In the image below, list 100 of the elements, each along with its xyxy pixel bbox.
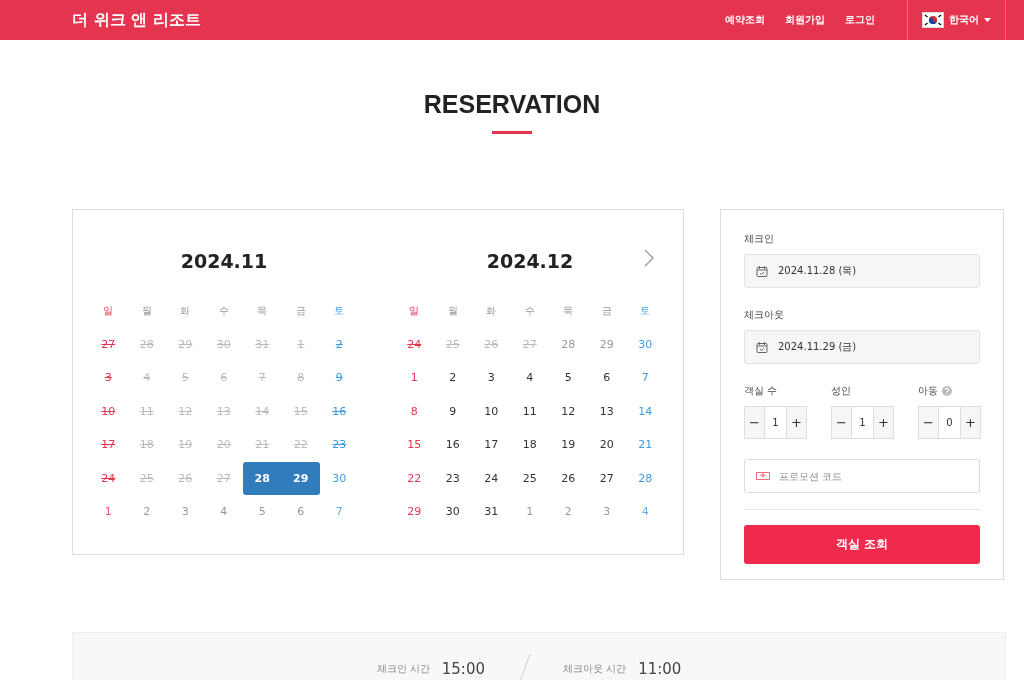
day-cell[interactable]: 29 — [395, 495, 434, 529]
day-cell-text: 23 — [331, 437, 348, 454]
day-cell[interactable]: 29 — [587, 327, 626, 361]
day-cell[interactable]: 12 — [549, 394, 588, 428]
day-cell[interactable]: 1 — [510, 495, 549, 529]
day-cell[interactable]: 22 — [395, 461, 434, 495]
day-cell-text: 11 — [138, 403, 155, 420]
search-rooms-button[interactable]: 객실 조회 — [744, 525, 980, 564]
day-cell[interactable]: 20 — [587, 428, 626, 462]
plus-button[interactable]: + — [787, 407, 806, 438]
day-cell-text: 14 — [254, 403, 271, 420]
day-cell-text: 12 — [177, 403, 194, 420]
nav-link[interactable]: 예약조회 — [725, 13, 765, 27]
day-cell[interactable]: 21 — [626, 428, 665, 462]
day-cell[interactable]: 27 — [587, 461, 626, 495]
help-icon[interactable] — [942, 386, 952, 396]
day-cell-text: 24 — [100, 470, 117, 487]
minus-button[interactable]: − — [919, 407, 938, 438]
day-cell[interactable]: 6 — [587, 361, 626, 395]
day-cell[interactable]: 7 — [320, 495, 359, 529]
day-cell[interactable]: 24 — [472, 461, 511, 495]
language-dropdown[interactable]: 한국어 — [907, 0, 1006, 40]
day-cell-text: 15 — [292, 403, 309, 420]
plus-button[interactable]: + — [961, 407, 980, 438]
caret-icon — [984, 18, 991, 22]
site-logo-text[interactable]: 더 위크 앤 리조트 — [72, 9, 201, 31]
day-cell-text: 4 — [142, 370, 152, 387]
plus-button[interactable]: + — [874, 407, 893, 438]
day-cell[interactable]: 30 — [433, 495, 472, 529]
minus-button[interactable]: − — [745, 407, 764, 438]
day-cell-text: 26 — [177, 470, 194, 487]
day-cell[interactable]: 3 — [472, 361, 511, 395]
day-cell[interactable]: 30 — [320, 461, 359, 495]
heading-underline — [492, 131, 532, 134]
weekday-label: 수 — [217, 303, 230, 318]
minus-button[interactable]: − — [832, 407, 851, 438]
day-cell[interactable]: 8 — [395, 394, 434, 428]
ticket-icon — [756, 472, 770, 480]
date-field[interactable]: 2024.11.28 (목) — [744, 254, 980, 288]
day-cell[interactable]: 9 — [433, 394, 472, 428]
month-title: 2024.12 — [486, 250, 574, 272]
day-cell[interactable]: 28 — [626, 461, 665, 495]
weekday-label: 금 — [294, 303, 307, 318]
day-cell[interactable]: 14 — [626, 394, 665, 428]
day-cell[interactable]: 23 — [433, 461, 472, 495]
day-cell-text: 6 — [219, 370, 229, 387]
day-cell[interactable]: 5 — [243, 495, 282, 529]
day-cell[interactable]: 15 — [395, 428, 434, 462]
day-cell-text: 27 — [100, 336, 117, 353]
day-cell[interactable]: 17 — [472, 428, 511, 462]
day-cell[interactable]: 6 — [281, 495, 320, 529]
day-cell[interactable]: 7 — [626, 361, 665, 395]
day-cell[interactable]: 29 — [281, 461, 320, 495]
day-cell[interactable]: 2 — [549, 495, 588, 529]
day-cell[interactable]: 25 — [510, 461, 549, 495]
day-cell[interactable]: 4 — [510, 361, 549, 395]
day-cell[interactable]: 1 — [395, 361, 434, 395]
day-cell[interactable]: 4 — [204, 495, 243, 529]
day-cell[interactable]: 2 — [127, 495, 166, 529]
day-cell-text: 31 — [254, 336, 271, 353]
day-cell[interactable]: 30 — [626, 327, 665, 361]
day-cell[interactable]: 3 — [587, 495, 626, 529]
nav-link[interactable]: 회원가입 — [785, 13, 825, 27]
time-label: 체크아웃 시간 — [563, 662, 627, 676]
day-cell[interactable]: 19 — [549, 428, 588, 462]
promo-code-field[interactable]: 프로모션 코드 — [744, 459, 980, 493]
day-cell-text: 10 — [100, 403, 117, 420]
weekday-label: 금 — [600, 303, 613, 318]
weekday-label: 토 — [639, 303, 652, 318]
day-cell[interactable]: 3 — [166, 495, 205, 529]
nav-link[interactable]: 로그인 — [845, 13, 875, 27]
day-cell[interactable]: 2 — [433, 361, 472, 395]
day-cell[interactable]: 18 — [510, 428, 549, 462]
day-cell-text: 8 — [296, 370, 306, 387]
day-cell[interactable]: 5 — [549, 361, 588, 395]
time-value: 11:00 — [638, 659, 682, 680]
field-label: 체크인 — [744, 232, 775, 246]
day-cell-text: 5 — [180, 370, 190, 387]
day-cell[interactable]: 16 — [433, 428, 472, 462]
day-cell-text: 2 — [334, 336, 344, 353]
day-cell[interactable]: 1 — [89, 495, 128, 529]
day-cell[interactable]: 11 — [510, 394, 549, 428]
day-cell[interactable]: 31 — [472, 495, 511, 529]
field-label: 체크아웃 — [744, 308, 785, 322]
day-cell[interactable]: 10 — [472, 394, 511, 428]
date-field[interactable]: 2024.11.29 (금) — [744, 330, 980, 364]
month-title: 2024.11 — [180, 250, 268, 272]
day-cell-text: 27 — [521, 336, 538, 353]
day-cell-text: 30 — [215, 336, 232, 353]
day-cell[interactable]: 28 — [243, 461, 282, 495]
flag-icon — [922, 12, 944, 28]
day-cell[interactable]: 13 — [587, 394, 626, 428]
page-heading: RESERVATION — [423, 90, 601, 119]
day-cell[interactable]: 28 — [549, 327, 588, 361]
stepper-label: 객실 수 — [744, 384, 778, 398]
next-month-chevron-icon[interactable] — [644, 249, 654, 267]
day-cell[interactable]: 4 — [626, 495, 665, 529]
day-cell-text: 17 — [100, 437, 117, 454]
day-cell[interactable]: 26 — [549, 461, 588, 495]
weekday-label: 토 — [333, 303, 346, 318]
